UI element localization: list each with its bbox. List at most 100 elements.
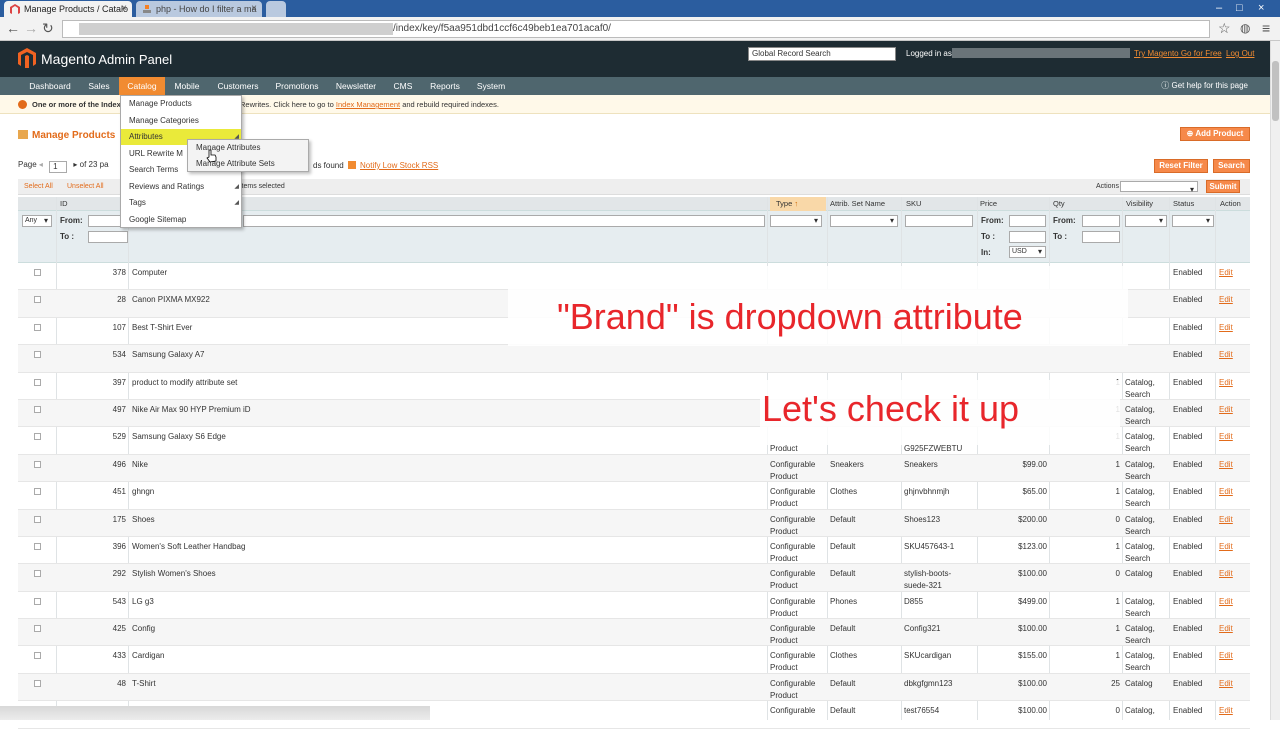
col-qty-header[interactable]: Qty xyxy=(1053,197,1065,211)
menu-manage-categories[interactable]: Manage Categories xyxy=(121,113,241,129)
price-to-input[interactable] xyxy=(1009,231,1046,243)
edit-link[interactable]: Edit xyxy=(1219,294,1233,305)
row-checkbox[interactable] xyxy=(34,405,41,413)
row-checkbox[interactable] xyxy=(34,652,41,660)
next-page-icon[interactable]: ▸ xyxy=(73,160,77,169)
qty-to-input[interactable] xyxy=(1082,231,1120,243)
row-checkbox[interactable] xyxy=(34,679,41,687)
col-type-header[interactable]: Type ↑ xyxy=(770,197,826,211)
table-row[interactable]: 543 LG g3 Configurable Product Phones D855 $49… xyxy=(18,592,1250,620)
edit-link[interactable]: Edit xyxy=(1219,650,1233,661)
row-checkbox[interactable] xyxy=(34,570,41,578)
nav-catalog[interactable]: Catalog xyxy=(119,77,165,95)
edit-link[interactable]: Edit xyxy=(1219,322,1233,333)
row-checkbox[interactable] xyxy=(34,269,41,276)
logout-link[interactable]: Log Out xyxy=(1226,49,1254,58)
table-row[interactable]: 534 Samsung Galaxy A7 Enabled Edit xyxy=(18,345,1250,373)
table-row[interactable]: 425 Config Configurable Product Default Confi… xyxy=(18,619,1250,647)
table-row[interactable]: 496 Nike Configurable Product Sneakers Sneake… xyxy=(18,454,1250,483)
nav-system[interactable]: System xyxy=(472,77,510,95)
nav-mobile[interactable]: Mobile xyxy=(168,77,206,95)
prev-page-icon[interactable]: ◂ xyxy=(39,160,43,169)
col-price-header[interactable]: Price xyxy=(980,197,997,211)
col-sku-header[interactable]: SKU xyxy=(906,197,921,211)
nav-sales[interactable]: Sales xyxy=(82,77,116,95)
row-checkbox[interactable] xyxy=(34,296,41,304)
edit-link[interactable]: Edit xyxy=(1219,431,1233,442)
edit-link[interactable]: Edit xyxy=(1219,705,1233,716)
row-checkbox[interactable] xyxy=(34,323,41,331)
attrset-filter-select[interactable] xyxy=(830,215,898,227)
reset-filter-button[interactable]: Reset Filter xyxy=(1154,159,1208,173)
nav-dashboard[interactable]: Dashboard xyxy=(22,77,78,95)
unselect-all-link[interactable]: Unselect All xyxy=(67,179,104,195)
row-checkbox[interactable] xyxy=(34,625,41,633)
menu-google-sitemap[interactable]: Google Sitemap xyxy=(121,212,241,228)
name-filter-input[interactable] xyxy=(243,215,765,227)
edit-link[interactable]: Edit xyxy=(1219,623,1233,634)
table-row[interactable]: 396 Women's Soft Leather Handbag Configura… xyxy=(18,537,1250,565)
row-checkbox[interactable] xyxy=(34,542,41,550)
add-product-button[interactable]: ⊕ Add Product xyxy=(1180,127,1250,141)
edit-link[interactable]: Edit xyxy=(1219,459,1233,470)
bookmark-star-icon[interactable]: ☆ xyxy=(1218,20,1231,36)
status-filter-select[interactable] xyxy=(1172,215,1214,227)
visibility-filter-select[interactable] xyxy=(1125,215,1167,227)
edit-link[interactable]: Edit xyxy=(1219,267,1233,278)
help-link[interactable]: ⓘ Get help for this page xyxy=(1161,77,1248,95)
scrollbar-thumb[interactable] xyxy=(1272,61,1279,121)
table-row[interactable]: 451 ghngn Configurable Product Clothes ghjnvb… xyxy=(18,482,1250,510)
tab-php-question[interactable]: php - How do I filter a ma × xyxy=(136,1,262,17)
forward-icon[interactable]: → xyxy=(24,20,38,36)
edit-link[interactable]: Edit xyxy=(1219,377,1233,388)
index-management-link[interactable]: Index Management xyxy=(336,100,400,109)
massaction-any-select[interactable]: Any xyxy=(22,215,52,227)
extension-icon[interactable]: ◍ xyxy=(1240,20,1250,36)
maximize-icon[interactable]: □ xyxy=(1236,0,1243,16)
menu-reviews-ratings[interactable]: Reviews and Ratings ◢ xyxy=(121,179,241,195)
edit-link[interactable]: Edit xyxy=(1219,404,1233,415)
edit-link[interactable]: Edit xyxy=(1219,541,1233,552)
menu-manage-products[interactable]: Manage Products xyxy=(121,96,241,112)
col-status-header[interactable]: Status xyxy=(1173,197,1194,211)
id-to-input[interactable] xyxy=(88,231,128,243)
table-row[interactable]: 433 Cardigan Configurable Product Clothes SKU… xyxy=(18,646,1250,674)
close-tab-icon[interactable]: × xyxy=(251,1,257,17)
nav-cms[interactable]: CMS xyxy=(388,77,418,95)
nav-promotions[interactable]: Promotions xyxy=(270,77,324,95)
row-checkbox[interactable] xyxy=(34,488,41,496)
try-magento-go-link[interactable]: Try Magento Go for Free xyxy=(1134,49,1222,58)
page-number-input[interactable]: 1 xyxy=(49,161,68,173)
edit-link[interactable]: Edit xyxy=(1219,678,1233,689)
nav-newsletter[interactable]: Newsletter xyxy=(330,77,382,95)
actions-select[interactable] xyxy=(1120,181,1198,198)
currency-select[interactable]: USD xyxy=(1009,246,1046,258)
row-checkbox[interactable] xyxy=(34,515,41,523)
row-checkbox[interactable] xyxy=(34,351,41,359)
page-scrollbar[interactable] xyxy=(1270,41,1280,720)
col-visibility-header[interactable]: Visibility xyxy=(1126,197,1153,211)
qty-from-input[interactable] xyxy=(1082,215,1120,227)
table-row[interactable]: 175 Shoes Configurable Product Default Shoes1… xyxy=(18,509,1250,537)
col-id-header[interactable]: ID xyxy=(60,197,68,211)
edit-link[interactable]: Edit xyxy=(1219,568,1233,579)
menu-tags[interactable]: Tags ◢ xyxy=(121,195,241,211)
edit-link[interactable]: Edit xyxy=(1219,514,1233,525)
row-checkbox[interactable] xyxy=(34,597,41,605)
reload-icon[interactable]: ↻ xyxy=(42,20,54,36)
url-input[interactable]: /index/key/f5aa951dbd1ccf6c49beb1ea701ac… xyxy=(62,20,1210,38)
row-checkbox[interactable] xyxy=(34,433,41,441)
type-filter-select[interactable] xyxy=(770,215,822,227)
submit-button[interactable]: Submit xyxy=(1206,180,1240,193)
row-checkbox[interactable] xyxy=(34,460,41,468)
menu-icon[interactable]: ≡ xyxy=(1262,20,1270,36)
price-from-input[interactable] xyxy=(1009,215,1046,227)
row-checkbox[interactable] xyxy=(34,378,41,386)
notify-low-stock-link[interactable]: Notify Low Stock RSS xyxy=(348,161,438,170)
close-tab-icon[interactable]: × xyxy=(121,1,127,17)
back-icon[interactable]: ← xyxy=(6,20,20,36)
new-tab-button[interactable] xyxy=(266,1,286,17)
table-row[interactable]: 292 Stylish Women's Shoes Configurable Prod… xyxy=(18,564,1250,592)
minimize-icon[interactable]: – xyxy=(1216,0,1222,16)
edit-link[interactable]: Edit xyxy=(1219,486,1233,497)
